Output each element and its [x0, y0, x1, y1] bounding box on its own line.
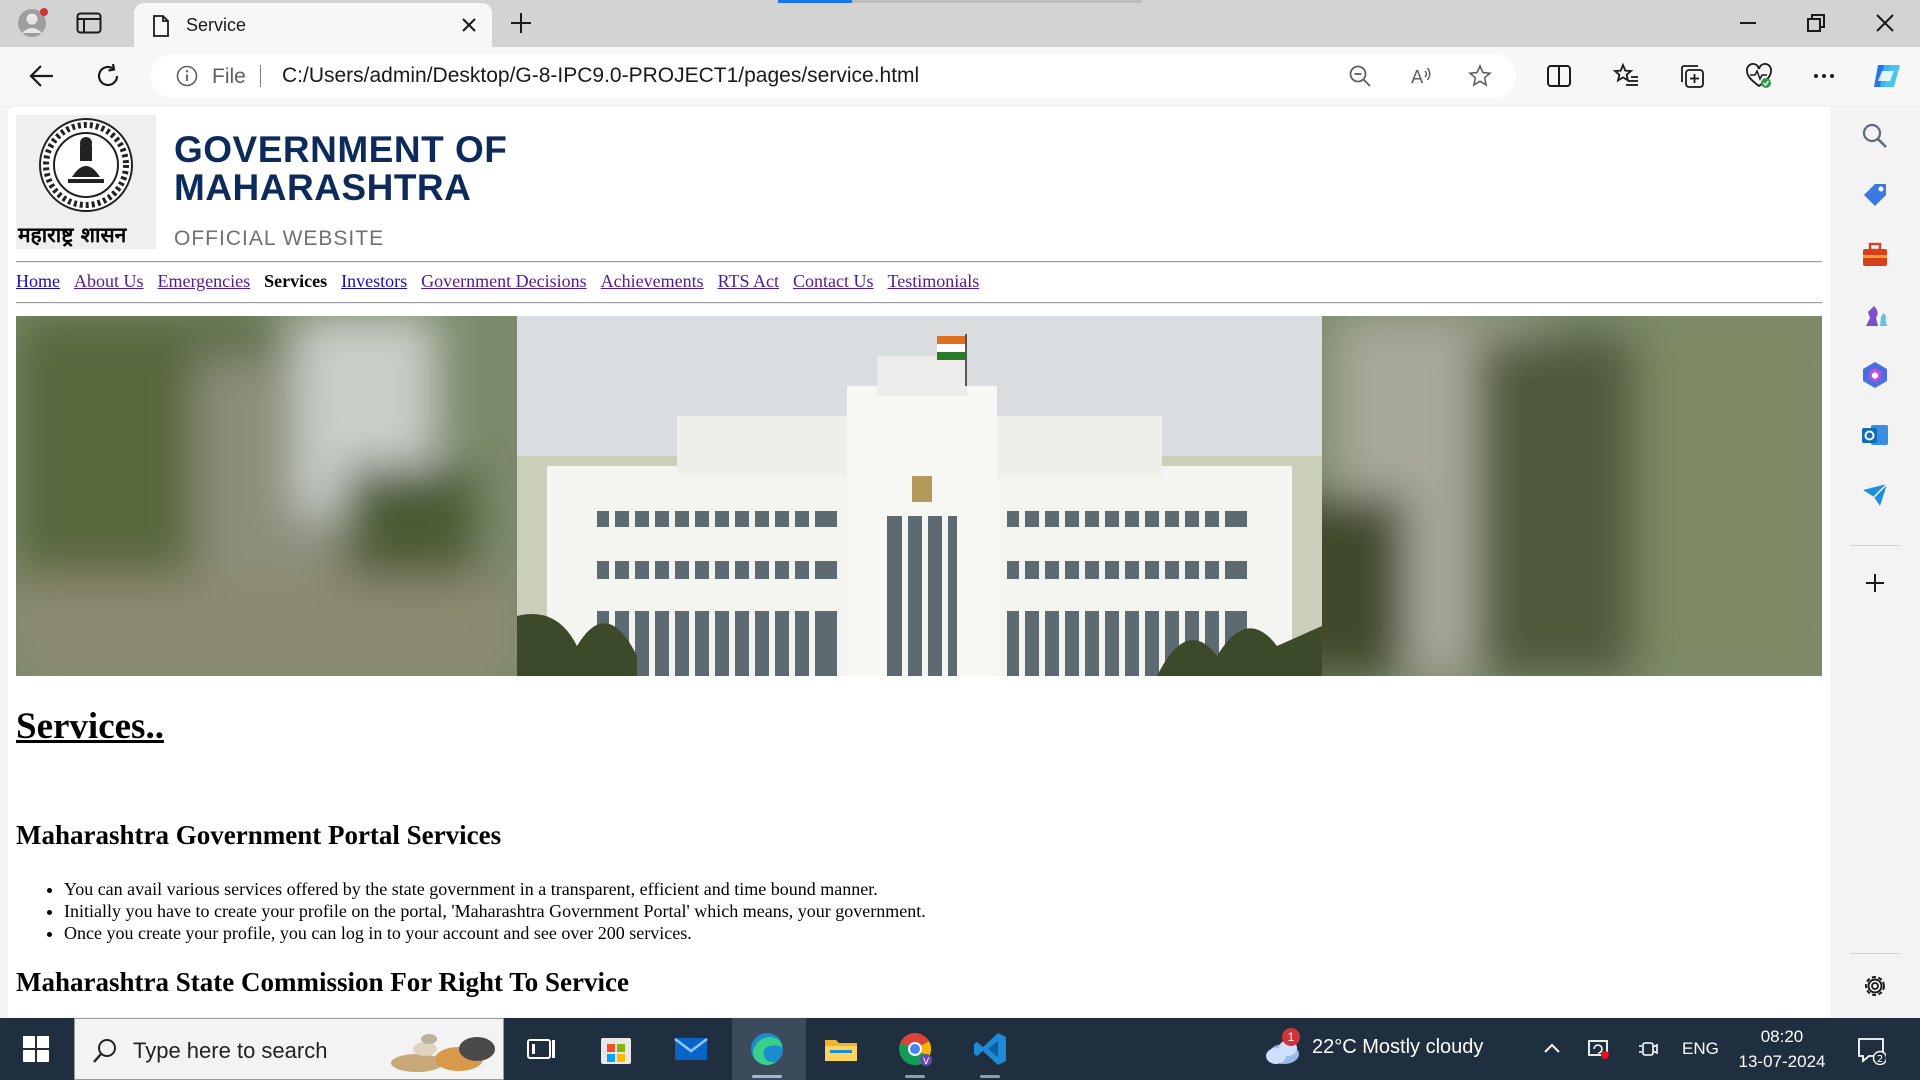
browser-toolbar: File C:/Users/admin/Desktop/G-8-IPC9.0-P…	[0, 47, 1920, 105]
file-explorer-icon[interactable]	[822, 1030, 860, 1068]
battery-status-icon[interactable]	[1586, 1037, 1610, 1061]
minimize-icon[interactable]	[1735, 10, 1761, 36]
nav-about-us[interactable]: About Us	[74, 271, 144, 295]
sidebar-divider	[1850, 953, 1900, 954]
restore-icon[interactable]	[1803, 10, 1829, 36]
page-viewport: महाराष्ट्र शासन GOVERNMENT OF MAHARASHTR…	[8, 107, 1828, 1017]
nav-rts-act[interactable]: RTS Act	[718, 271, 779, 295]
rts-commission-heading: Maharashtra State Commission For Right T…	[16, 967, 629, 997]
nav-home[interactable]: Home	[16, 271, 60, 295]
svg-text:V: V	[923, 1057, 930, 1067]
search-placeholder: Type here to search	[133, 1038, 328, 1063]
refresh-icon[interactable]	[94, 62, 122, 90]
zoom-out-icon[interactable]	[1348, 64, 1372, 88]
portal-services-heading: Maharashtra Government Portal Services	[16, 820, 502, 850]
add-sidebar-app-icon[interactable]	[1860, 568, 1890, 598]
edge-sidebar	[1830, 105, 1920, 1018]
system-clock[interactable]: 08:20 13-07-2024	[1736, 1024, 1828, 1074]
sidebar-search-icon[interactable]	[1860, 121, 1890, 151]
split-screen-icon[interactable]	[1545, 62, 1573, 90]
windows-taskbar: Type here to search V 1 22°C Mostly clou…	[0, 1018, 1920, 1080]
weather-text[interactable]: 22°C Mostly cloudy	[1312, 1036, 1483, 1059]
microsoft-365-icon[interactable]	[1860, 360, 1890, 390]
new-tab-icon[interactable]	[508, 10, 534, 36]
building-illustration	[517, 316, 1322, 676]
notification-count: 2	[1877, 1054, 1883, 1065]
collections-icon[interactable]	[1678, 62, 1706, 90]
tools-toolbox-icon[interactable]	[1860, 240, 1890, 270]
weather-alert-badge: 1	[1282, 1028, 1300, 1046]
scheme-label: File	[212, 65, 246, 88]
outlook-icon[interactable]	[1860, 420, 1890, 450]
nav-testimonials[interactable]: Testimonials	[888, 271, 980, 295]
loading-bar	[778, 0, 1142, 3]
site-info-icon[interactable]	[176, 65, 198, 87]
close-window-icon[interactable]	[1872, 10, 1898, 36]
games-chess-icon[interactable]	[1860, 300, 1890, 330]
tab-strip: Service	[0, 0, 1920, 47]
nav-top-divider	[16, 261, 1822, 263]
profile-avatar-icon[interactable]	[17, 6, 51, 40]
close-tab-icon[interactable]	[460, 16, 478, 34]
address-bar[interactable]: File C:/Users/admin/Desktop/G-8-IPC9.0-P…	[150, 54, 1516, 98]
nav-services[interactable]: Services	[264, 271, 327, 295]
microsoft-store-icon[interactable]	[597, 1030, 635, 1068]
clock-date: 13-07-2024	[1738, 1052, 1826, 1071]
notification-center-icon[interactable]: 2	[1856, 1035, 1886, 1065]
site-header: महाराष्ट्र शासन GOVERNMENT OF MAHARASHTR…	[16, 115, 1822, 265]
url-text[interactable]: C:/Users/admin/Desktop/G-8-IPC9.0-PROJEC…	[282, 64, 919, 88]
copilot-icon[interactable]	[1870, 59, 1904, 93]
favorite-star-icon[interactable]	[1468, 64, 1492, 88]
taskbar-search-box[interactable]: Type here to search	[74, 1018, 504, 1080]
active-tab[interactable]: Service	[134, 3, 492, 47]
page-heading: Services..	[16, 706, 164, 747]
emblem-icon	[39, 118, 133, 212]
nav-achievements[interactable]: Achievements	[601, 271, 704, 295]
browser-essentials-icon[interactable]	[1745, 62, 1773, 90]
mail-icon[interactable]	[672, 1030, 710, 1068]
svg-text:A: A	[1411, 67, 1424, 88]
input-language[interactable]: ENG	[1682, 1039, 1719, 1059]
list-item: Once you create your profile, you can lo…	[64, 922, 926, 944]
edge-running-indicator	[752, 1075, 782, 1078]
nav-emergencies[interactable]: Emergencies	[158, 271, 251, 295]
back-arrow-icon[interactable]	[28, 62, 56, 90]
windows-start-icon[interactable]	[22, 1035, 50, 1063]
vscode-icon[interactable]	[971, 1030, 1009, 1068]
main-navigation: Home About Us Emergencies Services Inves…	[16, 271, 979, 295]
meet-now-camera-icon[interactable]	[1636, 1037, 1660, 1061]
chrome-icon[interactable]: V	[896, 1030, 934, 1068]
sidebar-settings-gear-icon[interactable]	[1860, 971, 1890, 1001]
tab-actions-icon[interactable]	[76, 12, 102, 34]
nav-bottom-divider	[16, 302, 1822, 304]
clock-time: 08:20	[1760, 1027, 1804, 1046]
marathi-name: महाराष्ट्र शासन	[18, 223, 127, 247]
task-view-icon[interactable]	[522, 1030, 560, 1068]
mantralaya-banner-image	[16, 316, 1822, 676]
list-item: Initially you have to create your profil…	[64, 900, 926, 922]
edge-browser-icon[interactable]	[748, 1030, 786, 1068]
shopping-tag-icon[interactable]	[1860, 180, 1890, 210]
tab-title: Service	[186, 15, 247, 35]
site-subtitle: OFFICIAL WEBSITE	[174, 227, 385, 250]
sidebar-divider	[1850, 545, 1900, 546]
page-icon	[153, 15, 169, 37]
search-icon	[93, 1039, 116, 1063]
site-title: GOVERNMENT OF MAHARASHTRA	[174, 129, 508, 208]
read-aloud-icon[interactable]: A	[1409, 64, 1433, 88]
nav-contact-us[interactable]: Contact Us	[793, 271, 874, 295]
show-hidden-icons-chevron-up-icon[interactable]	[1540, 1037, 1564, 1061]
vscode-running-indicator	[980, 1075, 1000, 1078]
portal-services-list: You can avail various services offered b…	[64, 878, 926, 944]
drop-send-icon[interactable]	[1860, 480, 1890, 510]
search-highlight-stones-icon	[391, 1034, 495, 1072]
favorites-icon[interactable]	[1612, 62, 1640, 90]
nav-government-decisions[interactable]: Government Decisions	[421, 271, 586, 295]
list-item: You can avail various services offered b…	[64, 878, 926, 900]
address-separator	[260, 65, 261, 87]
chrome-running-indicator	[905, 1075, 925, 1078]
nav-investors[interactable]: Investors	[341, 271, 407, 295]
more-options-icon[interactable]	[1810, 62, 1838, 90]
government-seal-logo: महाराष्ट्र शासन	[16, 115, 156, 249]
